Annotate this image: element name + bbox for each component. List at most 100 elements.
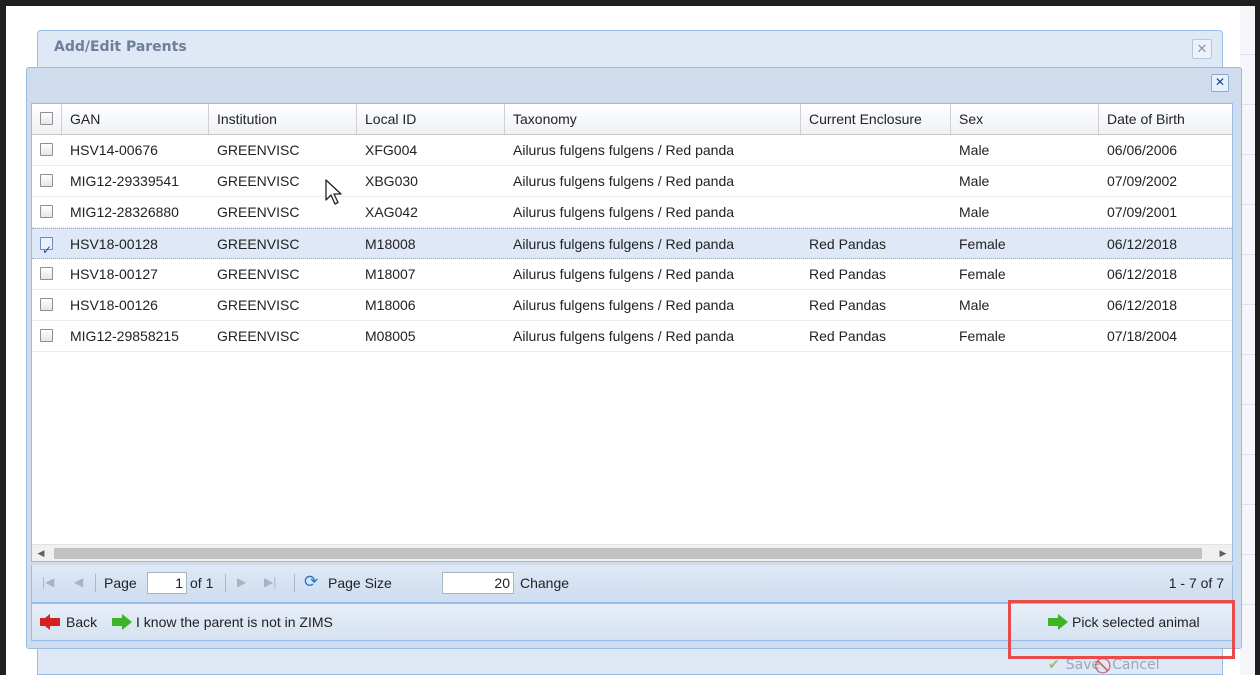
cell-local-id: XFG004 — [365, 142, 418, 158]
forward-arrow-icon — [1048, 614, 1068, 630]
column-header-current-enclosure[interactable]: Current Enclosure — [801, 104, 951, 134]
check-icon: ✔ — [1048, 656, 1060, 673]
pick-selected-animal-button[interactable]: Pick selected animal — [1048, 604, 1200, 640]
cell-taxonomy: Ailurus fulgens fulgens / Red panda — [513, 236, 735, 252]
cell-taxonomy: Ailurus fulgens fulgens / Red panda — [513, 297, 735, 313]
not-in-zims-button[interactable]: I know the parent is not in ZIMS — [112, 604, 333, 640]
scroll-right-icon[interactable]: ▶ — [1214, 545, 1232, 561]
change-button[interactable]: Change — [520, 575, 569, 591]
row-select-cell — [32, 197, 62, 228]
page-size-input[interactable] — [442, 572, 514, 594]
action-toolbar: Back I know the parent is not in ZIMS Pi… — [31, 603, 1233, 641]
cell-current-enclosure — [801, 197, 951, 228]
cell-gan: HSV18-00128 — [70, 236, 158, 252]
table-row[interactable]: MIG12-29858215 GREENVISC M08005 Ailurus ful… — [32, 321, 1232, 352]
next-page-icon[interactable]: ▶ — [237, 575, 246, 589]
row-checkbox[interactable] — [40, 174, 53, 187]
separator — [95, 574, 96, 592]
row-checkbox[interactable] — [40, 329, 53, 342]
forward-arrow-icon — [112, 614, 132, 630]
column-header-sex[interactable]: Sex — [951, 104, 1099, 134]
back-button-label: Back — [66, 614, 98, 630]
cell-date-of-birth: 06/12/2018 — [1107, 266, 1178, 282]
cell-sex: Female — [959, 266, 1006, 282]
table-row[interactable]: HSV18-00127 GREENVISC M18007 Ailurus fulgen… — [32, 259, 1232, 290]
page-size-label: Page Size — [328, 575, 392, 591]
cell-local-id: M18007 — [365, 266, 416, 282]
cell-taxonomy: Ailurus fulgens fulgens / Red panda — [513, 204, 735, 220]
cell-gan: HSV18-00127 — [70, 266, 158, 282]
page-count-label: of 1 — [190, 575, 214, 591]
cell-local-id: M18006 — [365, 297, 416, 313]
animal-grid: GAN Institution Local ID Taxonomy Curren… — [31, 103, 1233, 562]
cell-institution: GREENVISC — [217, 236, 300, 252]
column-header-date-of-birth[interactable]: Date of Birth — [1099, 104, 1232, 134]
pick-selected-animal-label: Pick selected animal — [1072, 614, 1200, 630]
table-row[interactable]: HSV18-00126 GREENVISC M18006 Ailurus fulgen… — [32, 290, 1232, 321]
horizontal-scrollbar[interactable]: ◀ ▶ — [32, 544, 1232, 561]
refresh-icon[interactable]: ⟳ — [304, 573, 322, 591]
row-checkbox[interactable] — [40, 267, 53, 280]
row-checkbox[interactable] — [40, 143, 53, 156]
cell-current-enclosure — [801, 166, 951, 197]
grid-header: GAN Institution Local ID Taxonomy Curren… — [32, 104, 1232, 135]
scrollbar-thumb[interactable] — [54, 548, 1202, 559]
cancel-button[interactable]: Cancel — [1112, 657, 1159, 673]
cell-local-id: XBG030 — [365, 173, 418, 189]
table-row[interactable]: MIG12-29339541 GREENVISC XBG030 Ailurus ful… — [32, 166, 1232, 197]
back-button[interactable]: Back — [40, 604, 97, 640]
page-number-input[interactable] — [147, 572, 187, 594]
row-checkbox[interactable] — [40, 298, 53, 311]
cell-sex: Female — [959, 328, 1006, 344]
cell-sex: Male — [959, 297, 990, 313]
row-select-cell — [32, 290, 62, 321]
page-label: Page — [104, 575, 137, 591]
prev-page-icon[interactable]: ◀ — [74, 575, 83, 589]
cell-local-id: M08005 — [365, 328, 416, 344]
cell-gan: MIG12-28326880 — [70, 204, 179, 220]
cell-gan: HSV18-00126 — [70, 297, 158, 313]
select-all-checkbox[interactable] — [40, 112, 53, 125]
table-row[interactable]: MIG12-28326880 GREENVISC XAG042 Ailurus ful… — [32, 197, 1232, 228]
cell-local-id: M18008 — [365, 236, 416, 252]
column-header-local-id[interactable]: Local ID — [357, 104, 505, 134]
cell-taxonomy: Ailurus fulgens fulgens / Red panda — [513, 142, 735, 158]
separator — [294, 574, 295, 592]
cell-sex: Female — [959, 236, 1006, 252]
close-icon[interactable]: ✕ — [1192, 39, 1212, 59]
row-select-cell — [32, 229, 62, 260]
cell-date-of-birth: 06/12/2018 — [1107, 236, 1178, 252]
cell-current-enclosure — [801, 135, 951, 166]
cell-gan: HSV14-00676 — [70, 142, 158, 158]
screen-frame-top — [0, 0, 1260, 6]
scroll-left-icon[interactable]: ◀ — [32, 545, 50, 561]
cell-sex: Male — [959, 204, 990, 220]
screen-frame-right — [1255, 0, 1260, 675]
column-header-institution[interactable]: Institution — [209, 104, 357, 134]
cell-taxonomy: Ailurus fulgens fulgens / Red panda — [513, 266, 735, 282]
cell-date-of-birth: 07/09/2001 — [1107, 204, 1178, 220]
save-cancel-bar: ✔ Save ⃠ Cancel — [1048, 654, 1160, 675]
column-header-gan[interactable]: GAN — [62, 104, 209, 134]
cell-current-enclosure: Red Pandas — [809, 236, 887, 252]
column-header-taxonomy[interactable]: Taxonomy — [505, 104, 801, 134]
row-select-cell — [32, 135, 62, 166]
table-row[interactable]: HSV18-00128 GREENVISC M18008 Ailurus fulgen… — [32, 228, 1232, 260]
cell-date-of-birth: 07/18/2004 — [1107, 328, 1178, 344]
last-page-icon[interactable]: ▶| — [264, 575, 276, 589]
back-arrow-icon — [40, 614, 62, 630]
dialog-close-icon[interactable]: ✕ — [1211, 74, 1229, 92]
first-page-icon[interactable]: |◀ — [42, 575, 54, 589]
table-row[interactable]: HSV14-00676 GREENVISC XFG004 Ailurus fulgen… — [32, 135, 1232, 166]
cell-institution: GREENVISC — [217, 266, 300, 282]
row-checkbox[interactable] — [40, 235, 53, 260]
save-button[interactable]: Save — [1066, 657, 1100, 673]
row-select-cell — [32, 321, 62, 352]
cell-institution: GREENVISC — [217, 297, 300, 313]
paging-summary: 1 - 7 of 7 — [1168, 575, 1224, 591]
background-page — [1240, 6, 1255, 675]
row-select-cell — [32, 166, 62, 197]
cell-institution: GREENVISC — [217, 142, 300, 158]
separator — [225, 574, 226, 592]
row-checkbox[interactable] — [40, 205, 53, 218]
